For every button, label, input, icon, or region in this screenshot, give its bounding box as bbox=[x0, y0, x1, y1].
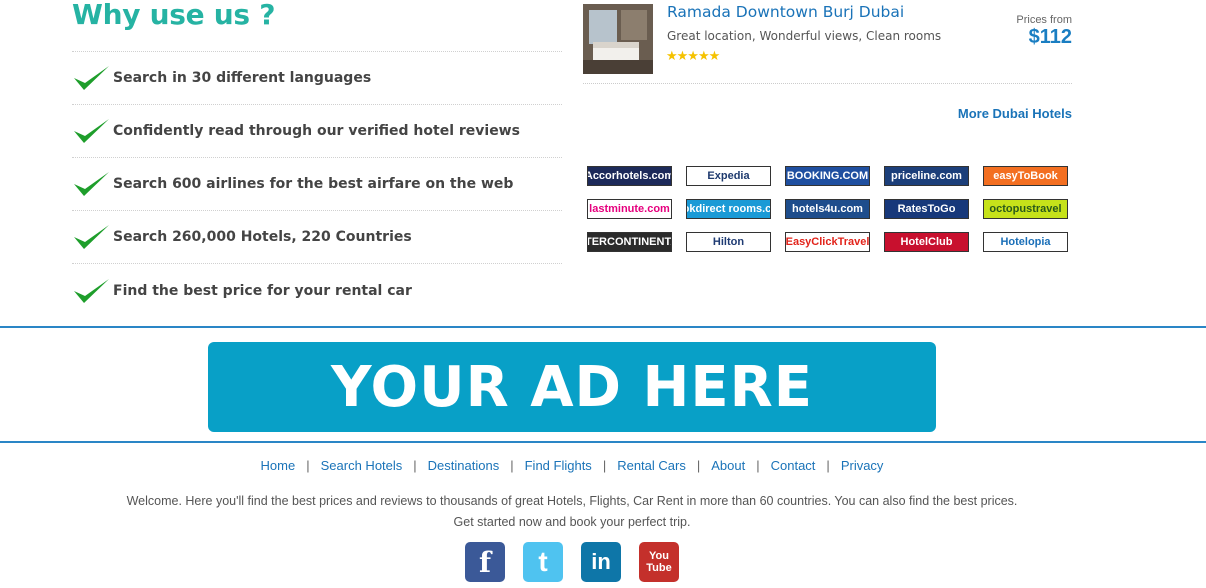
partner-logo-intercontinental[interactable]: INTERCONTINENTAL bbox=[587, 232, 672, 252]
linkedin-glyph: in bbox=[591, 549, 611, 574]
partner-logo-octopustravel[interactable]: octopustravel bbox=[983, 199, 1068, 219]
why-item: Search in 30 different languages bbox=[72, 52, 562, 105]
youtube-glyph: You Tube bbox=[646, 550, 672, 574]
why-item-text: Search 600 airlines for the best airfare… bbox=[113, 176, 514, 192]
checkmark-icon bbox=[74, 278, 109, 303]
partner-logo-booking[interactable]: BOOKING.COM bbox=[785, 166, 870, 186]
checkmark-icon bbox=[74, 119, 109, 143]
footer-link-rental-cars[interactable]: Rental Cars bbox=[617, 458, 686, 473]
partner-logo-expedia[interactable]: Expedia bbox=[686, 166, 771, 186]
why-use-us-title: Why use us ? bbox=[72, 0, 276, 31]
footer-link-home[interactable]: Home bbox=[261, 458, 296, 473]
why-use-us-section: Why use us ? Search in 30 different lang… bbox=[72, 0, 562, 317]
why-item: Find the best price for your rental car bbox=[72, 264, 562, 317]
welcome-line-2: Get started now and book your perfect tr… bbox=[453, 515, 691, 529]
checkmark-icon bbox=[74, 172, 109, 196]
ad-band: YOUR AD HERE bbox=[0, 326, 1206, 443]
hotel-card: Ramada Downtown Burj Dubai Great locatio… bbox=[583, 0, 1072, 84]
why-item-text: Confidently read through our verified ho… bbox=[113, 123, 520, 139]
why-item-text: Search in 30 different languages bbox=[113, 70, 372, 86]
partner-logo-hilton[interactable]: Hilton bbox=[686, 232, 771, 252]
hotel-thumbnail[interactable] bbox=[583, 4, 653, 74]
hotel-name-link[interactable]: Ramada Downtown Burj Dubai bbox=[667, 3, 904, 21]
hotel-star-rating: ★★★★★ bbox=[666, 48, 720, 63]
hotel-description: Great location, Wonderful views, Clean r… bbox=[667, 29, 942, 43]
partner-logo-priceline[interactable]: priceline.com bbox=[884, 166, 969, 186]
linkedin-icon[interactable]: in bbox=[581, 542, 621, 582]
partner-logo-hotelopia[interactable]: Hotelopia bbox=[983, 232, 1068, 252]
welcome-line-1: Welcome. Here you'll find the best price… bbox=[126, 494, 1018, 508]
ad-banner[interactable]: YOUR AD HERE bbox=[208, 342, 936, 432]
price-label: Prices from bbox=[1016, 14, 1072, 26]
why-list: Search in 30 different languages Confide… bbox=[72, 51, 562, 317]
nav-separator: | bbox=[602, 458, 607, 473]
footer-link-privacy[interactable]: Privacy bbox=[841, 458, 884, 473]
hotel-price: $112 bbox=[1028, 26, 1072, 48]
why-item-text: Find the best price for your rental car bbox=[113, 282, 412, 299]
ad-banner-text: YOUR AD HERE bbox=[330, 354, 814, 420]
why-item-text: Search 260,000 Hotels, 220 Countries bbox=[113, 229, 412, 245]
nav-separator: | bbox=[306, 458, 310, 473]
footer-link-find-flights[interactable]: Find Flights bbox=[525, 458, 592, 473]
nav-separator: | bbox=[756, 458, 760, 473]
footer-link-search-hotels[interactable]: Search Hotels bbox=[321, 458, 403, 473]
nav-separator: | bbox=[413, 458, 417, 473]
checkmark-icon bbox=[74, 225, 109, 249]
partner-logos-grid: Accorhotels.com Expedia BOOKING.COM pric… bbox=[587, 166, 1068, 252]
checkmark-icon bbox=[74, 66, 109, 90]
facebook-glyph: f bbox=[478, 545, 492, 579]
why-item: Search 260,000 Hotels, 220 Countries bbox=[72, 211, 562, 264]
twitter-glyph: t bbox=[538, 546, 548, 577]
partner-logo-hotels4u[interactable]: hotels4u.com bbox=[785, 199, 870, 219]
nav-separator: | bbox=[510, 458, 514, 473]
why-item: Search 600 airlines for the best airfare… bbox=[72, 158, 562, 211]
youtube-icon[interactable]: You Tube bbox=[639, 542, 679, 582]
partner-logo-hotelclub[interactable]: HotelClub bbox=[884, 232, 969, 252]
partner-logo-easytobook[interactable]: easyToBook bbox=[983, 166, 1068, 186]
partner-logo-bookdirectrooms[interactable]: bookdirect rooms.com bbox=[686, 199, 771, 219]
partner-logo-lastminute[interactable]: lastminute.com bbox=[587, 199, 672, 219]
footer-welcome-text: Welcome. Here you'll find the best price… bbox=[0, 491, 1144, 533]
social-links: f t in You Tube bbox=[465, 542, 679, 582]
more-dubai-hotels-link[interactable]: More Dubai Hotels bbox=[958, 106, 1072, 121]
footer-nav: Home | Search Hotels | Destinations | Find Fli… bbox=[0, 458, 1144, 473]
nav-separator: | bbox=[826, 458, 830, 473]
facebook-icon[interactable]: f bbox=[465, 542, 505, 582]
partner-logo-accorhotels[interactable]: Accorhotels.com bbox=[587, 166, 672, 186]
twitter-icon[interactable]: t bbox=[523, 542, 563, 582]
nav-separator: | bbox=[696, 458, 701, 473]
footer-link-destinations[interactable]: Destinations bbox=[428, 458, 500, 473]
footer-link-about[interactable]: About bbox=[711, 458, 745, 473]
why-item: Confidently read through our verified ho… bbox=[72, 105, 562, 158]
partner-logo-ratestogo[interactable]: RatesToGo bbox=[884, 199, 969, 219]
partner-logo-easyclicktravel[interactable]: EasyClickTravel bbox=[785, 232, 870, 252]
footer-link-contact[interactable]: Contact bbox=[771, 458, 816, 473]
